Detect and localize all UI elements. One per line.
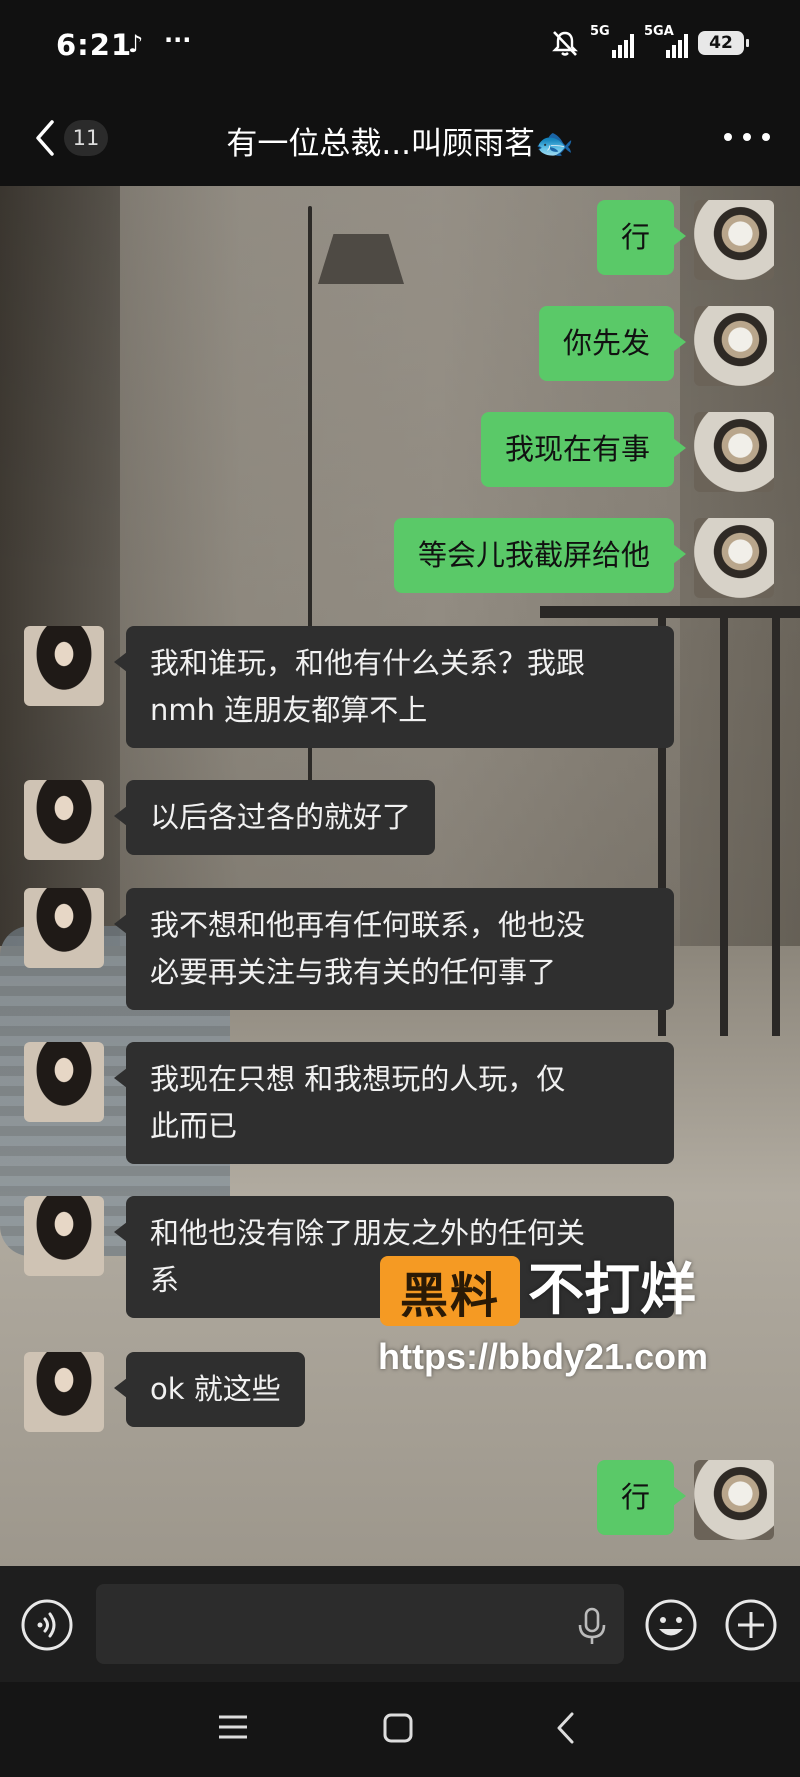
watermark-logo: 黑料 [380, 1256, 520, 1326]
mute-icon [552, 31, 578, 56]
back-icon[interactable] [30, 116, 60, 160]
message-bubble-outgoing[interactable]: 行 [596, 1460, 687, 1535]
chat-title: 有一位总裁...叫顾雨茗🐟 [226, 126, 574, 162]
watermark: 黑料 不打烊 https://bbdy21.com [378, 1256, 800, 1406]
my-avatar[interactable] [694, 412, 774, 492]
message-input[interactable] [96, 1584, 624, 1664]
message-line: 我不想和他再有任何联系，他也没 [150, 908, 586, 942]
message-bubble-outgoing[interactable]: 行 [596, 200, 687, 275]
message-bubble-outgoing[interactable]: 我现在有事 [480, 412, 687, 487]
message-bubble-incoming[interactable]: 我和谁玩，和他有什么关系？我跟 nmh 连朋友都算不上 [114, 626, 674, 748]
message-line: 我现在只想 和我想玩的人玩，仅 [150, 1062, 566, 1096]
contact-avatar[interactable] [24, 1352, 104, 1432]
status-bar: 6:21 ♪ ··· 5G 5GA 42 [0, 0, 800, 92]
more-icon[interactable] [724, 122, 770, 152]
emoji-icon[interactable] [644, 1598, 698, 1652]
system-nav-bar [0, 1682, 800, 1777]
message-bubble-outgoing[interactable]: 你先发 [538, 306, 687, 381]
status-time: 6:21 [56, 28, 133, 62]
notification-more-indicator: ··· [164, 26, 192, 54]
input-bar [0, 1566, 800, 1682]
background-bed-bar [772, 616, 780, 1036]
nav-back-icon[interactable] [553, 1710, 577, 1746]
menu-icon[interactable] [216, 1712, 250, 1742]
chat-header: 11 有一位总裁...叫顾雨茗🐟 [0, 92, 800, 186]
message-line: 此而已 [150, 1109, 238, 1143]
home-icon[interactable] [382, 1712, 414, 1744]
background-bed-rail [540, 606, 800, 618]
my-avatar[interactable] [694, 200, 774, 280]
message-line: nmh 连朋友都算不上 [150, 693, 428, 727]
watermark-url: https://bbdy21.com [378, 1336, 709, 1377]
signal-icon-1: 5G [590, 24, 634, 58]
mic-icon[interactable] [574, 1606, 610, 1646]
battery-icon: 42 [698, 31, 749, 55]
message-bubble-incoming[interactable]: 我现在只想 和我想玩的人玩，仅 此而已 [114, 1042, 674, 1164]
signal-icon-2: 5GA [644, 24, 688, 58]
message-bubble-incoming[interactable]: 我不想和他再有任何联系，他也没 必要再关注与我有关的任何事了 [114, 888, 674, 1010]
contact-avatar[interactable] [24, 626, 104, 706]
message-line: 我和谁玩，和他有什么关系？我跟 [150, 646, 586, 680]
contact-avatar[interactable] [24, 1196, 104, 1276]
contact-avatar[interactable] [24, 888, 104, 968]
my-avatar[interactable] [694, 1460, 774, 1540]
contact-avatar[interactable] [24, 780, 104, 860]
message-line: 和他也没有除了朋友之外的任何关 [150, 1216, 586, 1250]
message-line: 必要再关注与我有关的任何事了 [150, 955, 557, 989]
background-bed-bar [720, 616, 728, 1036]
signal-1-label: 5G [590, 24, 610, 39]
tiktok-icon: ♪ [128, 30, 144, 58]
watermark-slogan: 不打烊 [528, 1258, 696, 1323]
my-avatar[interactable] [694, 306, 774, 386]
unread-count-badge[interactable]: 11 [64, 120, 108, 156]
status-icons: 5G 5GA 42 [550, 24, 749, 58]
contact-avatar[interactable] [24, 1042, 104, 1122]
message-bubble-incoming[interactable]: ok 就这些 [114, 1352, 305, 1427]
voice-icon[interactable] [20, 1598, 74, 1652]
plus-icon[interactable] [724, 1598, 778, 1652]
my-avatar[interactable] [694, 518, 774, 598]
message-bubble-incoming[interactable]: 以后各过各的就好了 [113, 780, 436, 855]
message-bubble-outgoing[interactable]: 等会儿我截屏给他 [393, 518, 687, 593]
chat-area[interactable]: 行 你先发 我现在有事 等会儿我截屏给他 我和谁玩，和他有什么关系？我跟 nmh… [0, 186, 800, 1566]
